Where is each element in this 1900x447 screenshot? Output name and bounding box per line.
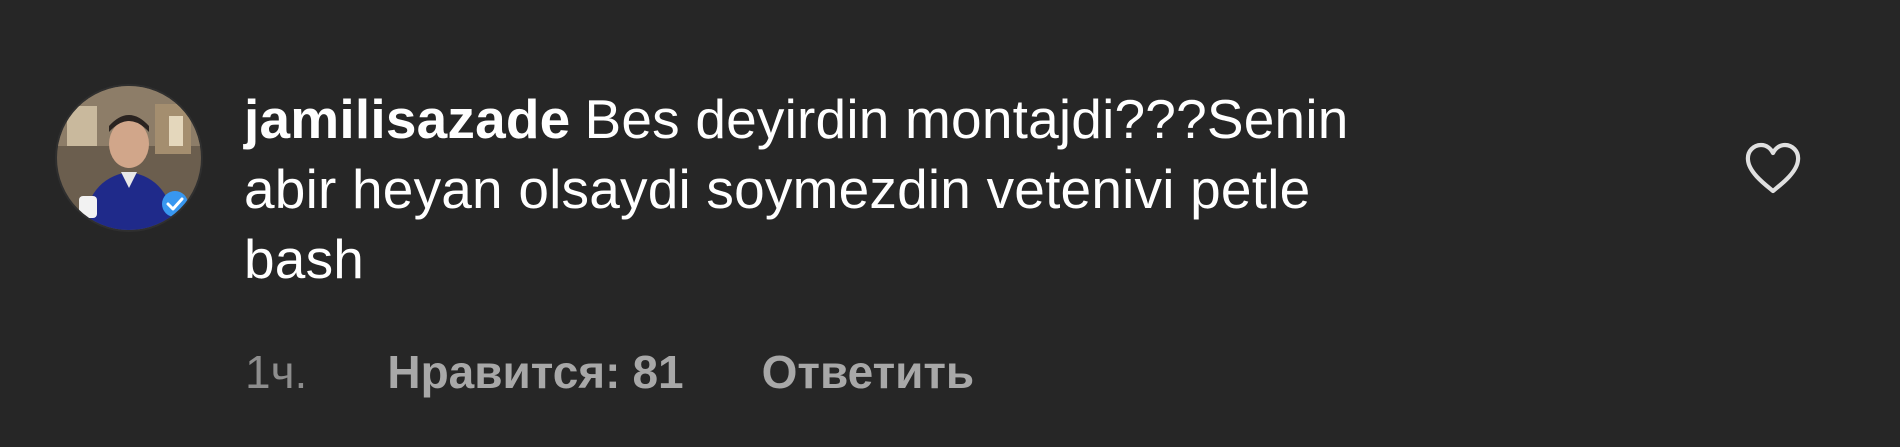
comment-item: jamilisazade Bes deyirdin montajdi???Seni…: [0, 0, 1900, 447]
avatar[interactable]: [57, 86, 201, 230]
comment-username[interactable]: jamilisazade: [244, 88, 570, 150]
verified-badge-icon: [162, 191, 188, 217]
likes-count: 81: [632, 346, 684, 398]
heart-outline-icon: [1745, 142, 1801, 194]
reply-button[interactable]: Ответить: [762, 345, 975, 399]
comment-meta: 1ч. Нравится: 81 Ответить: [245, 342, 974, 402]
comment-body: jamilisazade Bes deyirdin montajdi???Seni…: [244, 84, 1584, 294]
likes-count-button[interactable]: Нравится: 81: [387, 345, 683, 399]
likes-label: Нравится:: [387, 346, 621, 398]
avatar-photo: [57, 86, 201, 230]
comment-text-line-1: Bes deyirdin montajdi???Senin: [584, 88, 1349, 150]
comment-text-line-3: bash: [244, 228, 365, 290]
comment-text-line-2: abir heyan olsaydi soymezdin vetenivi pe…: [244, 158, 1311, 220]
like-button[interactable]: [1744, 141, 1802, 195]
comment-timestamp: 1ч.: [245, 346, 308, 398]
